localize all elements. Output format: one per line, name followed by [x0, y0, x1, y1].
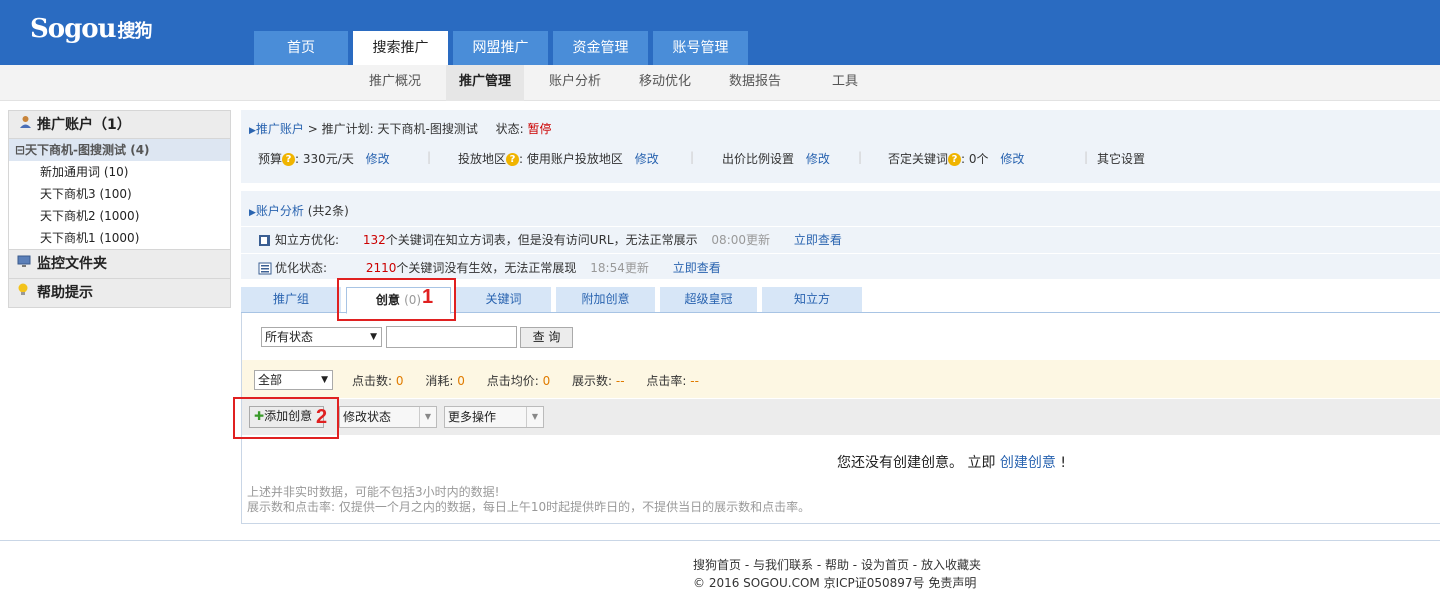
annotation-number-2: 2 [316, 406, 328, 428]
view-now-link[interactable]: 立即查看 [673, 261, 721, 275]
modify-status-dropdown[interactable]: 修改状态 ▼ [339, 406, 437, 428]
analysis-row-knowledge-cube: 知立方优化: 132个关键词在知立方词表，但是没有访问URL，无法正常展示 08… [258, 231, 842, 248]
main-tab-home[interactable]: 首页 [254, 31, 348, 65]
tab-super-crown[interactable]: 超级皇冠 [660, 287, 757, 312]
operation-bar: ✚添加创意 修改状态 ▼ 更多操作 ▼ [242, 399, 1440, 435]
create-creative-link[interactable]: 创建创意 [1000, 455, 1056, 471]
data-note-2: 展示数和点击率: 仅提供一个月之内的数据，每日上午10时起提供昨日的，不提供当日… [247, 500, 811, 514]
footer-link-home[interactable]: 搜狗首页 [693, 558, 741, 572]
sidebar-plan-item[interactable]: ⊟天下商机-图搜测试 (4) [9, 139, 230, 161]
empty-state-message: 您还没有创建创意。 立即 创建创意 ! [837, 455, 1066, 471]
divider: | [690, 150, 695, 164]
user-icon [17, 111, 33, 139]
sub-nav-data-report[interactable]: 数据报告 [715, 65, 795, 101]
sub-nav-account-analysis[interactable]: 账户分析 [535, 65, 615, 101]
budget-setting: 预算?: 330元/天 修改 [258, 152, 390, 166]
main-tab-fund-management[interactable]: 资金管理 [553, 31, 648, 65]
footer-links: 搜狗首页 - 与我们联系 - 帮助 - 设为首页 - 放入收藏夹 [693, 558, 981, 572]
status-badge: 暂停 [527, 122, 552, 136]
account-tree: 推广账户（1） ⊟天下商机-图搜测试 (4) 新加通用词 (10) 天下商机3 … [8, 110, 231, 250]
sidebar-help-tips[interactable]: 帮助提示 [8, 279, 231, 308]
main-nav: 首页 搜索推广 网盟推广 资金管理 账号管理 [254, 31, 753, 65]
sub-nav-mobile-optimization[interactable]: 移动优化 [625, 65, 705, 101]
breadcrumb-account-link[interactable]: 推广账户 [256, 122, 304, 136]
row-divider [241, 226, 1440, 227]
sidebar-group-item[interactable]: 天下商机2 (1000) [9, 205, 230, 227]
bid-ratio-modify-link[interactable]: 修改 [806, 152, 830, 166]
sub-nav-overview[interactable]: 推广概况 [355, 65, 435, 101]
help-question-icon[interactable]: ? [948, 153, 962, 166]
region-modify-link[interactable]: 修改 [635, 152, 659, 166]
annotation-number-1: 1 [422, 286, 434, 308]
status-filter-select[interactable]: 所有状态 ▼ [261, 327, 382, 347]
stat-items: 点击数: 0 消耗: 0 点击均价: 0 展示数: -- 点击率: -- [352, 374, 699, 388]
analysis-title: ▶账户分析 (共2条) [249, 204, 349, 218]
footer-copyright: © 2016 SOGOU.COM 京ICP证050897号 免责声明 [693, 576, 977, 590]
tab-ad-group[interactable]: 推广组 [241, 287, 341, 312]
sub-nav: 推广概况 推广管理 账户分析 移动优化 数据报告 工具 [0, 65, 1440, 101]
sub-nav-management[interactable]: 推广管理 [446, 65, 524, 101]
sidebar-group-item[interactable]: 天下商机1 (1000) [9, 227, 230, 249]
bid-ratio-setting: 出价比例设置 修改 [722, 152, 830, 166]
divider: | [1084, 150, 1089, 164]
sub-nav-tools[interactable]: 工具 [815, 65, 875, 101]
sidebar-group-item[interactable]: 新加通用词 (10) [9, 161, 230, 183]
negative-keyword-modify-link[interactable]: 修改 [1000, 152, 1024, 166]
creative-content: 所有状态 ▼ 查 询 全部 ▼ 点击数: 0 消耗: 0 点击均价: 0 展示数: … [241, 313, 1440, 524]
dropdown-arrow-icon: ▼ [419, 407, 436, 427]
row-divider [241, 253, 1440, 254]
help-question-icon[interactable]: ? [506, 153, 520, 166]
sidebar-account-header[interactable]: 推广账户（1） [9, 111, 230, 139]
divider: | [427, 150, 432, 164]
account-analysis-panel: ▶账户分析 (共2条) 知立方优化: 132个关键词在知立方词表，但是没有访问U… [241, 191, 1440, 279]
analysis-row-optimization: 优化状态: 2110个关键词没有生效，无法正常展现 18:54更新 立即查看 [258, 259, 721, 276]
dropdown-arrow-icon: ▼ [370, 332, 377, 342]
sogou-logo[interactable]: Sogou 搜狗 [30, 14, 153, 44]
help-question-icon[interactable]: ? [282, 153, 296, 166]
footer-link-bookmark[interactable]: 放入收藏夹 [921, 558, 981, 572]
footer-link-help[interactable]: 帮助 [825, 558, 849, 572]
sidebar-group-item[interactable]: 天下商机3 (100) [9, 183, 230, 205]
budget-modify-link[interactable]: 修改 [366, 152, 390, 166]
tab-extra-creative[interactable]: 附加创意 [556, 287, 655, 312]
breadcrumb-arrow-icon: ▶ [249, 126, 256, 136]
dropdown-arrow-icon: ▼ [321, 375, 328, 385]
lightbulb-icon [17, 279, 33, 308]
search-button[interactable]: 查 询 [520, 327, 573, 348]
stats-bar: 全部 ▼ 点击数: 0 消耗: 0 点击均价: 0 展示数: -- 点击率: -- [242, 360, 1440, 398]
dropdown-arrow-icon: ▼ [526, 407, 543, 427]
view-now-link[interactable]: 立即查看 [794, 233, 842, 247]
footer-link-set-home[interactable]: 设为首页 [861, 558, 909, 572]
breadcrumb: ▶推广账户 > 推广计划: 天下商机-图搜测试 状态: 暂停 [249, 122, 552, 136]
tab-knowledge-cube[interactable]: 知立方 [762, 287, 862, 312]
range-select[interactable]: 全部 ▼ [254, 370, 333, 390]
monitor-icon [17, 250, 33, 279]
list-icon [258, 262, 272, 275]
negative-keyword-setting: 否定关键词?: 0个 修改 [888, 152, 1025, 166]
divider: | [858, 150, 863, 164]
main-tab-search-promotion[interactable]: 搜索推广 [353, 31, 448, 65]
sidebar-monitor-folder[interactable]: 监控文件夹 [8, 250, 231, 279]
tab-keyword[interactable]: 关键词 [456, 287, 551, 312]
footer-divider [0, 540, 1440, 541]
footer-link-contact[interactable]: 与我们联系 [753, 558, 813, 572]
analysis-link[interactable]: 账户分析 [256, 204, 304, 218]
sidebar: 推广账户（1） ⊟天下商机-图搜测试 (4) 新加通用词 (10) 天下商机3 … [8, 110, 231, 308]
plan-info-panel: ▶推广账户 > 推广计划: 天下商机-图搜测试 状态: 暂停 预算?: 330元… [241, 110, 1440, 183]
region-setting: 投放地区?: 使用账户投放地区 修改 [458, 152, 659, 166]
main-tab-network-promotion[interactable]: 网盟推广 [453, 31, 548, 65]
analysis-arrow-icon: ▶ [249, 208, 256, 218]
other-settings-link[interactable]: 其它设置 [1097, 150, 1145, 167]
top-header: Sogou 搜狗 首页 搜索推广 网盟推广 资金管理 账号管理 [0, 0, 1440, 65]
main-tab-account-management[interactable]: 账号管理 [653, 31, 748, 65]
search-input[interactable] [386, 326, 517, 348]
more-operations-dropdown[interactable]: 更多操作 ▼ [444, 406, 544, 428]
book-icon [259, 235, 270, 246]
